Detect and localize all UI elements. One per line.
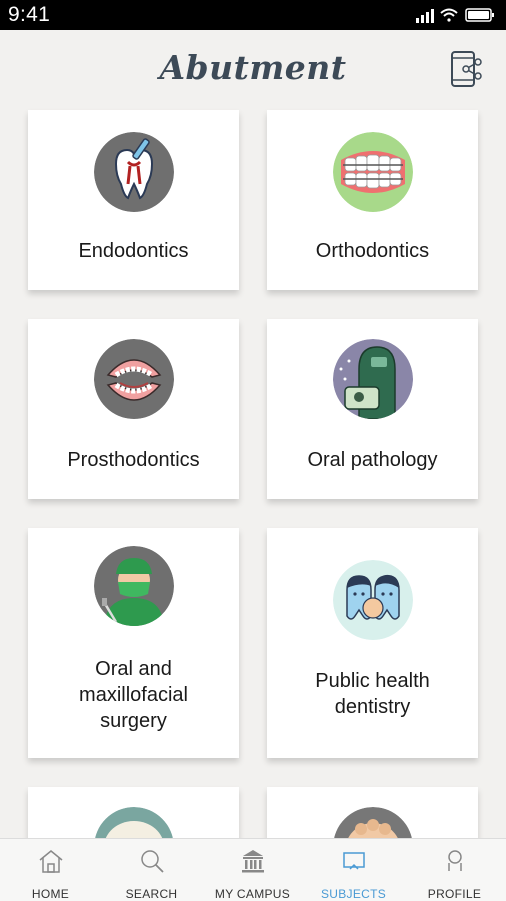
tab-search[interactable]: SEARCH — [101, 839, 202, 901]
tab-subjects[interactable]: SUBJECTS — [303, 839, 404, 901]
subject-card-public-health-dentistry[interactable]: Public health dentistry — [267, 528, 478, 758]
subject-label: Public health dentistry — [315, 670, 430, 718]
tab-label: MY CAMPUS — [214, 887, 291, 901]
subject-card-oral-pathology[interactable]: Oral pathology — [267, 319, 478, 499]
subject-card-orthodontics[interactable]: Orthodontics — [267, 110, 478, 290]
surgeon-icon — [93, 546, 174, 626]
subject-label: Oral pathology — [307, 449, 438, 471]
bottom-tab-bar: HOME SEARCH MY CAMPUS SUBJECTS PROFILE — [0, 838, 506, 901]
subject-card-oral-maxillofacial-surgery[interactable]: Oral and maxillofacial surgery — [28, 528, 239, 758]
tab-label: SEARCH — [125, 887, 178, 901]
tab-profile[interactable]: PROFILE — [404, 839, 505, 901]
dentures-icon — [93, 339, 174, 419]
home-icon — [39, 850, 62, 873]
family-teeth-icon — [332, 560, 413, 640]
subject-card-prosthodontics[interactable]: Prosthodontics — [28, 319, 239, 499]
search-icon — [140, 850, 164, 873]
tab-label: PROFILE — [427, 887, 482, 901]
subject-label: Prosthodontics — [67, 449, 200, 471]
pathology-icon — [332, 339, 413, 419]
tab-home[interactable]: HOME — [0, 839, 101, 901]
braces-icon — [332, 132, 413, 212]
subject-label: Orthodontics — [315, 240, 430, 262]
subjects-icon — [342, 852, 365, 870]
subject-card-endodontics[interactable]: Endodontics — [28, 110, 239, 290]
subject-label: Oral and maxillofacial surgery — [79, 658, 188, 732]
profile-icon — [447, 850, 462, 871]
subject-label: Endodontics — [78, 240, 189, 262]
tab-my-campus[interactable]: MY CAMPUS — [202, 839, 303, 901]
tab-label: HOME — [31, 887, 70, 901]
tooth-root-canal-icon — [93, 132, 174, 212]
tab-label: SUBJECTS — [320, 887, 387, 901]
subject-grid: Endodontics Orthodontics Prosthodontics … — [0, 0, 506, 900]
campus-icon — [241, 850, 264, 873]
